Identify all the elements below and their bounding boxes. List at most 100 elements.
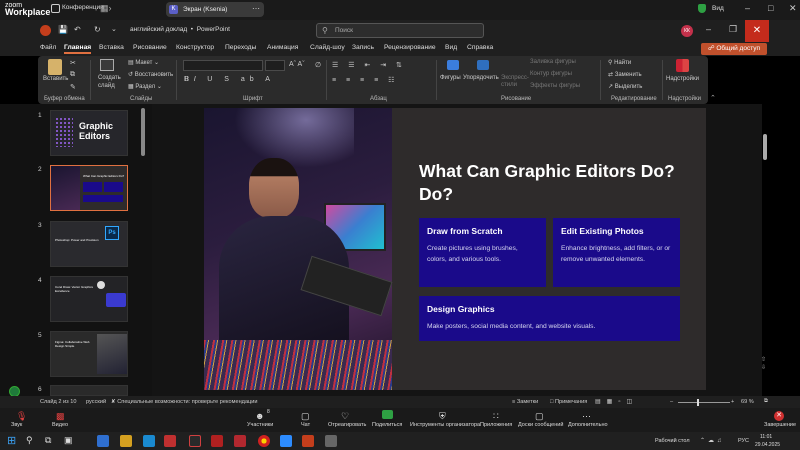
view-mode-icons[interactable]: ▤▦▫◫ [595, 398, 638, 405]
language-indicator[interactable]: русский [86, 399, 106, 405]
participants-button[interactable]: Участники [247, 422, 273, 428]
chat-icon[interactable]: ▢ [301, 411, 313, 421]
new-slide-button[interactable]: Создать слайд [98, 74, 124, 90]
tab-draw[interactable]: Рисование [133, 44, 167, 51]
more-icon[interactable]: ⋯ [582, 411, 594, 421]
select-button[interactable]: ↗ Выделить [608, 83, 642, 90]
slide-thumbnail-3[interactable]: Photoshop: Power and Precision Ps [50, 221, 128, 267]
font-style-icons[interactable]: 𝐁𝐼 U S ab A [184, 76, 275, 84]
tab-insert[interactable]: Вставка [99, 44, 124, 51]
new-slide-icon[interactable] [100, 59, 114, 71]
widgets-icon[interactable]: ▣ [64, 435, 76, 447]
align-icons[interactable]: ≡ ≡ ≡ ≡ ☷ [332, 76, 398, 84]
zoom-in-icon[interactable]: + [731, 399, 734, 405]
clock-date[interactable]: 29.04.2025 [755, 442, 780, 448]
minimize-icon[interactable]: – [706, 24, 711, 34]
replace-button[interactable]: ⇄ Заменить [608, 71, 642, 78]
format-painter-icon[interactable]: ✎ [70, 83, 76, 91]
card-edit-existing-photos[interactable]: Edit Existing Photos Enhance brightness,… [553, 218, 680, 287]
tab-record[interactable]: Запись [352, 44, 374, 51]
host-tools-button[interactable]: Инструменты организатора [410, 422, 480, 428]
slide-thumbnail-1[interactable]: Graphic Editors [50, 110, 128, 156]
section-button[interactable]: ▦ Раздел ⌄ [128, 83, 162, 90]
audio-button[interactable]: Звук [11, 422, 22, 428]
shape-effects-button[interactable]: Эффекты фигуры [530, 83, 580, 89]
tab-review[interactable]: Рецензирование [384, 44, 436, 51]
host-tools-icon[interactable]: ⛨ [439, 411, 451, 421]
undo-icon[interactable]: ↶ [74, 25, 81, 34]
app-icon[interactable] [189, 435, 201, 447]
current-slide[interactable]: What Can Graphic Editors Do? Do? Draw fr… [204, 108, 706, 390]
clock-time[interactable]: 11:01 [760, 434, 772, 440]
cut-icon[interactable]: ✂ [70, 59, 76, 67]
video-button[interactable]: Видео [52, 422, 68, 428]
chrome-icon[interactable] [258, 435, 270, 447]
app-icon[interactable] [164, 435, 176, 447]
windows-start-icon[interactable]: ⊞ [7, 435, 19, 447]
list-icons[interactable]: ☰ ☰ ⇤ ⇥ ⇅ [332, 61, 406, 69]
tab-menu-icon[interactable]: ⋯ [252, 4, 260, 13]
video-off-icon[interactable]: ▩ [56, 411, 68, 421]
font-name-box[interactable] [183, 60, 263, 71]
edge-icon[interactable] [143, 435, 155, 447]
reaction-icon[interactable]: ♡ [341, 411, 353, 421]
tab-view[interactable]: Вид [445, 44, 457, 51]
end-meeting-icon[interactable]: ✕ [774, 411, 784, 421]
view-button[interactable]: Вид [712, 5, 724, 12]
file-explorer-icon[interactable] [120, 435, 132, 447]
slide-title[interactable]: What Can Graphic Editors Do? Do? [419, 160, 689, 206]
tab-animations[interactable]: Анимация [267, 44, 298, 51]
search-box[interactable]: ⚲ Поиск [316, 23, 484, 38]
share-button[interactable]: ☍ Общий доступ [701, 43, 767, 55]
apps-button[interactable]: Приложения [480, 422, 512, 428]
meetings-icon[interactable] [51, 4, 60, 13]
search-icon[interactable]: ⚲ [26, 435, 38, 447]
arrange-icon[interactable] [477, 60, 489, 70]
slide-thumbnail-2[interactable]: What Can Graphic Editors Do? [50, 165, 128, 211]
layout-button[interactable]: ▤ Макет ⌄ [128, 59, 159, 66]
desktop-label[interactable]: Рабочий стол [655, 438, 690, 444]
font-size-box[interactable] [265, 60, 285, 71]
addins-icon[interactable] [676, 59, 689, 72]
tab-screen-share[interactable]: K Экран (Ksenia) ⋯ [166, 2, 264, 17]
tab-conferences[interactable]: Конференции [62, 4, 104, 11]
thumbnails-scrollbar[interactable] [141, 108, 145, 156]
whiteboards-button[interactable]: Доски сообщений [518, 422, 563, 428]
end-meeting-button[interactable]: Завершение [764, 422, 796, 428]
card-draw-from-scratch[interactable]: Draw from Scratch Create pictures using … [419, 218, 546, 287]
find-button[interactable]: ⚲ Найти [608, 59, 631, 66]
microphone-muted-icon[interactable]: 🎙 [16, 411, 28, 421]
react-button[interactable]: Отреагировать [328, 422, 366, 428]
comments-button[interactable]: □ Примечания [550, 399, 587, 405]
qat-customize-icon[interactable]: ⌄ [111, 25, 117, 33]
font-grow-icon[interactable]: Aˆ Aˇ [289, 61, 305, 68]
addins-button[interactable]: Надстройки [666, 76, 699, 82]
shapes-button[interactable]: Фигуры [440, 75, 461, 81]
powerpoint-icon[interactable] [302, 435, 314, 447]
restore-icon[interactable]: ❐ [729, 24, 737, 35]
language-indicator[interactable]: РУС [738, 438, 749, 444]
avatar[interactable]: КК [681, 25, 693, 37]
share-screen-button[interactable]: Поделиться [372, 422, 402, 428]
maximize-icon[interactable]: □ [768, 3, 773, 13]
save-icon[interactable]: 💾 [58, 25, 68, 34]
editor-scrollbar[interactable] [763, 134, 767, 160]
zoom-slider-thumb[interactable] [697, 399, 699, 406]
shape-fill-button[interactable]: Заливка фигуры [530, 59, 576, 65]
shapes-icon[interactable] [447, 60, 459, 70]
redo-icon[interactable]: ↻ [94, 25, 101, 34]
whiteboards-icon[interactable]: ▢ [535, 411, 547, 421]
tabs-nav-icon[interactable]: ▦› [100, 3, 112, 14]
app-icon[interactable] [97, 435, 109, 447]
tab-help[interactable]: Справка [467, 44, 493, 51]
tab-slideshow[interactable]: Слайд-шоу [310, 44, 345, 51]
collapse-ribbon-icon[interactable]: ⌃ [710, 94, 716, 102]
pdf-icon[interactable] [211, 435, 223, 447]
zoom-icon[interactable] [280, 435, 292, 447]
paste-icon[interactable] [48, 59, 62, 75]
share-screen-icon[interactable] [382, 410, 393, 419]
tab-transitions[interactable]: Переходы [225, 44, 256, 51]
minimize-icon[interactable]: – [745, 3, 750, 13]
slide-thumbnail-6[interactable] [50, 385, 128, 396]
card-design-graphics[interactable]: Design Graphics Make posters, social med… [419, 296, 680, 341]
